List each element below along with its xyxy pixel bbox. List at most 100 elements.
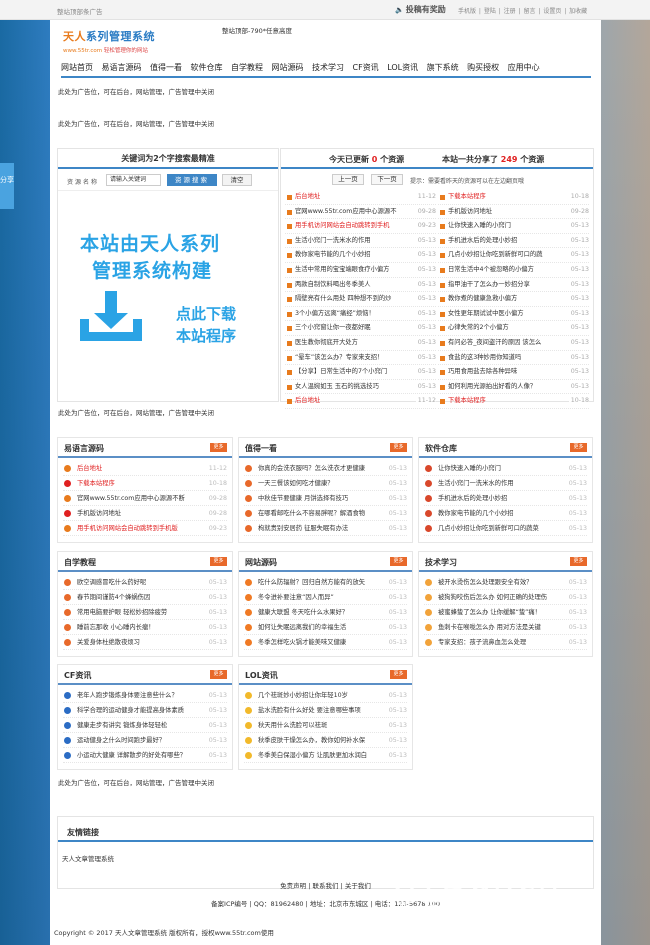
list-item[interactable]: 官网www.55tr.com应用中心源源不 09-28: [285, 204, 436, 220]
list-item[interactable]: 吃什么防辐射？回归自然方能有的放矢 05-13: [244, 575, 407, 590]
list-item[interactable]: 关爱身体杜绝散夜烦习 05-13: [63, 635, 227, 650]
list-item[interactable]: 用手机访问网站会自动跳转到手机版 09-23: [63, 521, 227, 536]
list-item[interactable]: 被狗狗咬伤后怎么办 如何正确的处理伤 05-13: [424, 590, 587, 605]
more-button[interactable]: 更多: [390, 670, 407, 679]
site-logo[interactable]: 天人系列管理系统 www.55tr.com 轻松管理你的网站: [63, 28, 155, 54]
list-item[interactable]: 女性更年期试试中医小偏方 05-13: [438, 306, 589, 322]
tougao-link[interactable]: 🔈 投稿有奖励: [395, 4, 448, 15]
list-item[interactable]: 被开水烫伤怎么处理跟安全有效？ 05-13: [424, 575, 587, 590]
list-item[interactable]: 春节期间谨防4个蜂蜗伤因 05-13: [63, 590, 227, 605]
list-item[interactable]: 有问必答_夜间盗汗的原因 该怎么 05-13: [438, 335, 589, 351]
list-item[interactable]: 用手机访问网站会自动跳转到手机 09-23: [285, 219, 436, 234]
list-item[interactable]: 手机进水后的处理小妙招 05-13: [438, 233, 589, 249]
ad-slot-1[interactable]: 此处为广告位，可在后台，网站管理，广告管理中关闭: [58, 86, 214, 96]
list-item[interactable]: 手机进水后的处理小妙招 05-13: [424, 491, 587, 506]
ad-slot-3[interactable]: 此处为广告位，可在后台，网站管理，广告管理中关闭: [58, 407, 214, 417]
nav-item[interactable]: 值得一看: [150, 61, 182, 74]
list-item[interactable]: 后台地址 11-12: [63, 461, 227, 476]
list-item[interactable]: 一天三餐该如何吃才健康？ 05-13: [244, 476, 407, 491]
list-item[interactable]: 鱼刺卡在喉咙怎么办 用对方法是关键 05-13: [424, 620, 587, 635]
nav-item[interactable]: 应用中心: [508, 61, 540, 74]
more-button[interactable]: 更多: [210, 557, 227, 566]
search-input[interactable]: 请输入关键词: [106, 174, 161, 186]
list-item[interactable]: 如何利用光源拍出好看的人像？ 05-13: [438, 379, 589, 395]
list-item[interactable]: 科学合理的运动健身才能提高身体素质 05-13: [63, 703, 227, 718]
section-title[interactable]: CF资讯: [64, 670, 91, 681]
list-item[interactable]: 冬令进补要注意“因人而异” 05-13: [244, 590, 407, 605]
list-item[interactable]: 常用电脑要护眼 轻松妙招除疲劳 05-13: [63, 605, 227, 620]
list-item[interactable]: 小运动大健康 详解散步的好处有哪些？ 05-13: [63, 748, 227, 763]
list-item[interactable]: 下载本站程序 10-18: [63, 476, 227, 491]
list-item[interactable]: 专家支招：孩子流鼻血怎么处理 05-13: [424, 635, 587, 650]
more-button[interactable]: 更多: [210, 443, 227, 452]
list-item[interactable]: 在哪看邮吃什么不容易胖呢？解酒食物 05-13: [244, 506, 407, 521]
top-bar-ad[interactable]: 整站顶部条广告: [57, 6, 103, 16]
next-page-button[interactable]: 下一页: [371, 174, 403, 185]
list-item[interactable]: 后台地址 11-12: [285, 394, 436, 409]
list-item[interactable]: 让你快速入睡的小窍门 05-13: [424, 461, 587, 476]
list-item[interactable]: 几个祛斑妙小妙招让你年轻10岁 05-13: [244, 688, 407, 703]
list-item[interactable]: 手机版访问地址 09-28: [63, 506, 227, 521]
list-item[interactable]: 巧用食用盐去除各种异味 05-13: [438, 365, 589, 380]
list-item[interactable]: 隔壁亮有什么用处 四种想不到的炒 05-13: [285, 292, 436, 307]
list-item[interactable]: 盐水洗脸有什么好处 要注意哪些事项 05-13: [244, 703, 407, 718]
nav-item[interactable]: 易语言源码: [102, 61, 142, 74]
list-item[interactable]: 几点小妙招让你吃到新鲜可口的蔬菜 05-13: [424, 521, 587, 536]
top-bar-links[interactable]: 手机版 | 登陆 | 注册 | 留言 | 设置页 | 加收藏: [458, 6, 587, 15]
list-item[interactable]: 健康走步有讲究 锻炼身体轻轻松 05-13: [63, 718, 227, 733]
list-item[interactable]: 健康大联盟 冬天吃什么水果好？ 05-13: [244, 605, 407, 620]
list-item[interactable]: 睡前忘那收 小心睡内长瘤！ 05-13: [63, 620, 227, 635]
header-ad[interactable]: 整站顶部-790*任意高度: [222, 25, 292, 35]
list-item[interactable]: 运动健身之什么时间跑步最好？ 05-13: [63, 733, 227, 748]
section-title[interactable]: 软件仓库: [425, 443, 457, 454]
download-promo[interactable]: 本站由天人系列 管理系统构建 点此下载 本站程序: [58, 191, 278, 401]
list-item[interactable]: 后台地址 11-12: [285, 190, 436, 205]
list-item[interactable]: 教你家电节能的几个小妙招 05-13: [285, 248, 436, 263]
section-title[interactable]: 值得一看: [245, 443, 277, 454]
nav-item[interactable]: 网站源码: [272, 61, 304, 74]
more-button[interactable]: 更多: [570, 443, 587, 452]
list-item[interactable]: 【分享】日常生活中的7个小窍门 05-13: [285, 365, 436, 380]
more-button[interactable]: 更多: [390, 557, 407, 566]
list-item[interactable]: 食盐的这3种妙用你知道吗 05-13: [438, 350, 589, 366]
list-item[interactable]: 老年人跑步锻炼身体要注意些什么？ 05-13: [63, 688, 227, 703]
list-item[interactable]: 教你煮的健康急救小偏方 05-13: [438, 292, 589, 307]
more-button[interactable]: 更多: [570, 557, 587, 566]
list-item[interactable]: 生活中常用的宝宝端眼食疗小偏方 05-13: [285, 262, 436, 278]
list-item[interactable]: 枸就贵别安居药 征服失眠有办法 05-13: [244, 521, 407, 536]
list-item[interactable]: 生活小窍门一洗米水的作用 05-13: [424, 476, 587, 491]
list-item[interactable]: 手机版访问地址 09-28: [438, 204, 589, 220]
ad-slot-4[interactable]: 此处为广告位，可在后台，网站管理，广告管理中关闭: [58, 777, 214, 787]
list-item[interactable]: 冬季美白保湿小偏方 让肌肤更加水润白 05-13: [244, 748, 407, 763]
list-item[interactable]: 让你快速入睡的小窍门 05-13: [438, 219, 589, 234]
list-item[interactable]: 生活小窍门一洗米水的作用 05-13: [285, 233, 436, 249]
share-tab[interactable]: 分享: [0, 163, 14, 209]
list-item[interactable]: 官网www.55tr.com应用中心源源不断 09-28: [63, 491, 227, 506]
list-item[interactable]: 下载本站程序 10-18: [438, 394, 589, 409]
section-title[interactable]: LOL资讯: [245, 670, 278, 681]
list-item[interactable]: 指甲油干了怎么办一妙招分享 05-13: [438, 277, 589, 293]
section-title[interactable]: 易语言源码: [64, 443, 104, 454]
list-item[interactable]: “晕车”该怎么办？专家来支招！ 05-13: [285, 350, 436, 366]
list-item[interactable]: 女人温婉如玉 玉石的挑选技巧 05-13: [285, 379, 436, 395]
list-item[interactable]: 下载本站程序 10-18: [438, 190, 589, 205]
list-item[interactable]: 日常生活中4个被忽略的小偏方 05-13: [438, 262, 589, 278]
list-item[interactable]: 秋天用什么洗脸可以祛斑 05-13: [244, 718, 407, 733]
list-item[interactable]: 心律失常的2个小偏方 05-13: [438, 321, 589, 336]
list-item[interactable]: 如何让失眠远离我们的幸福生活 05-13: [244, 620, 407, 635]
list-item[interactable]: 三个小窍窗让你一夜都好眠 05-13: [285, 321, 436, 336]
nav-item[interactable]: 网站首页: [61, 61, 93, 74]
more-button[interactable]: 更多: [210, 670, 227, 679]
nav-item[interactable]: 旗下系统: [427, 61, 459, 74]
list-item[interactable]: 两款自制饮料喝出冬季美人 05-13: [285, 277, 436, 293]
nav-item[interactable]: 购买授权: [467, 61, 499, 74]
list-item[interactable]: 几点小妙招让你吃到新鲜可口的蔬 05-13: [438, 248, 589, 263]
list-item[interactable]: 医生教你彻底开大处方 05-13: [285, 335, 436, 351]
section-title[interactable]: 技术学习: [425, 557, 457, 568]
list-item[interactable]: 欧空调感冒吃什么药好呢 05-13: [63, 575, 227, 590]
section-title[interactable]: 网站源码: [245, 557, 277, 568]
nav-item[interactable]: 技术学习: [312, 61, 344, 74]
clear-button[interactable]: 清空: [222, 174, 252, 186]
list-item[interactable]: 中秋佳节要健康 月饼选择有技巧 05-13: [244, 491, 407, 506]
friend-link-item[interactable]: 天人文章管理系统: [62, 853, 114, 863]
